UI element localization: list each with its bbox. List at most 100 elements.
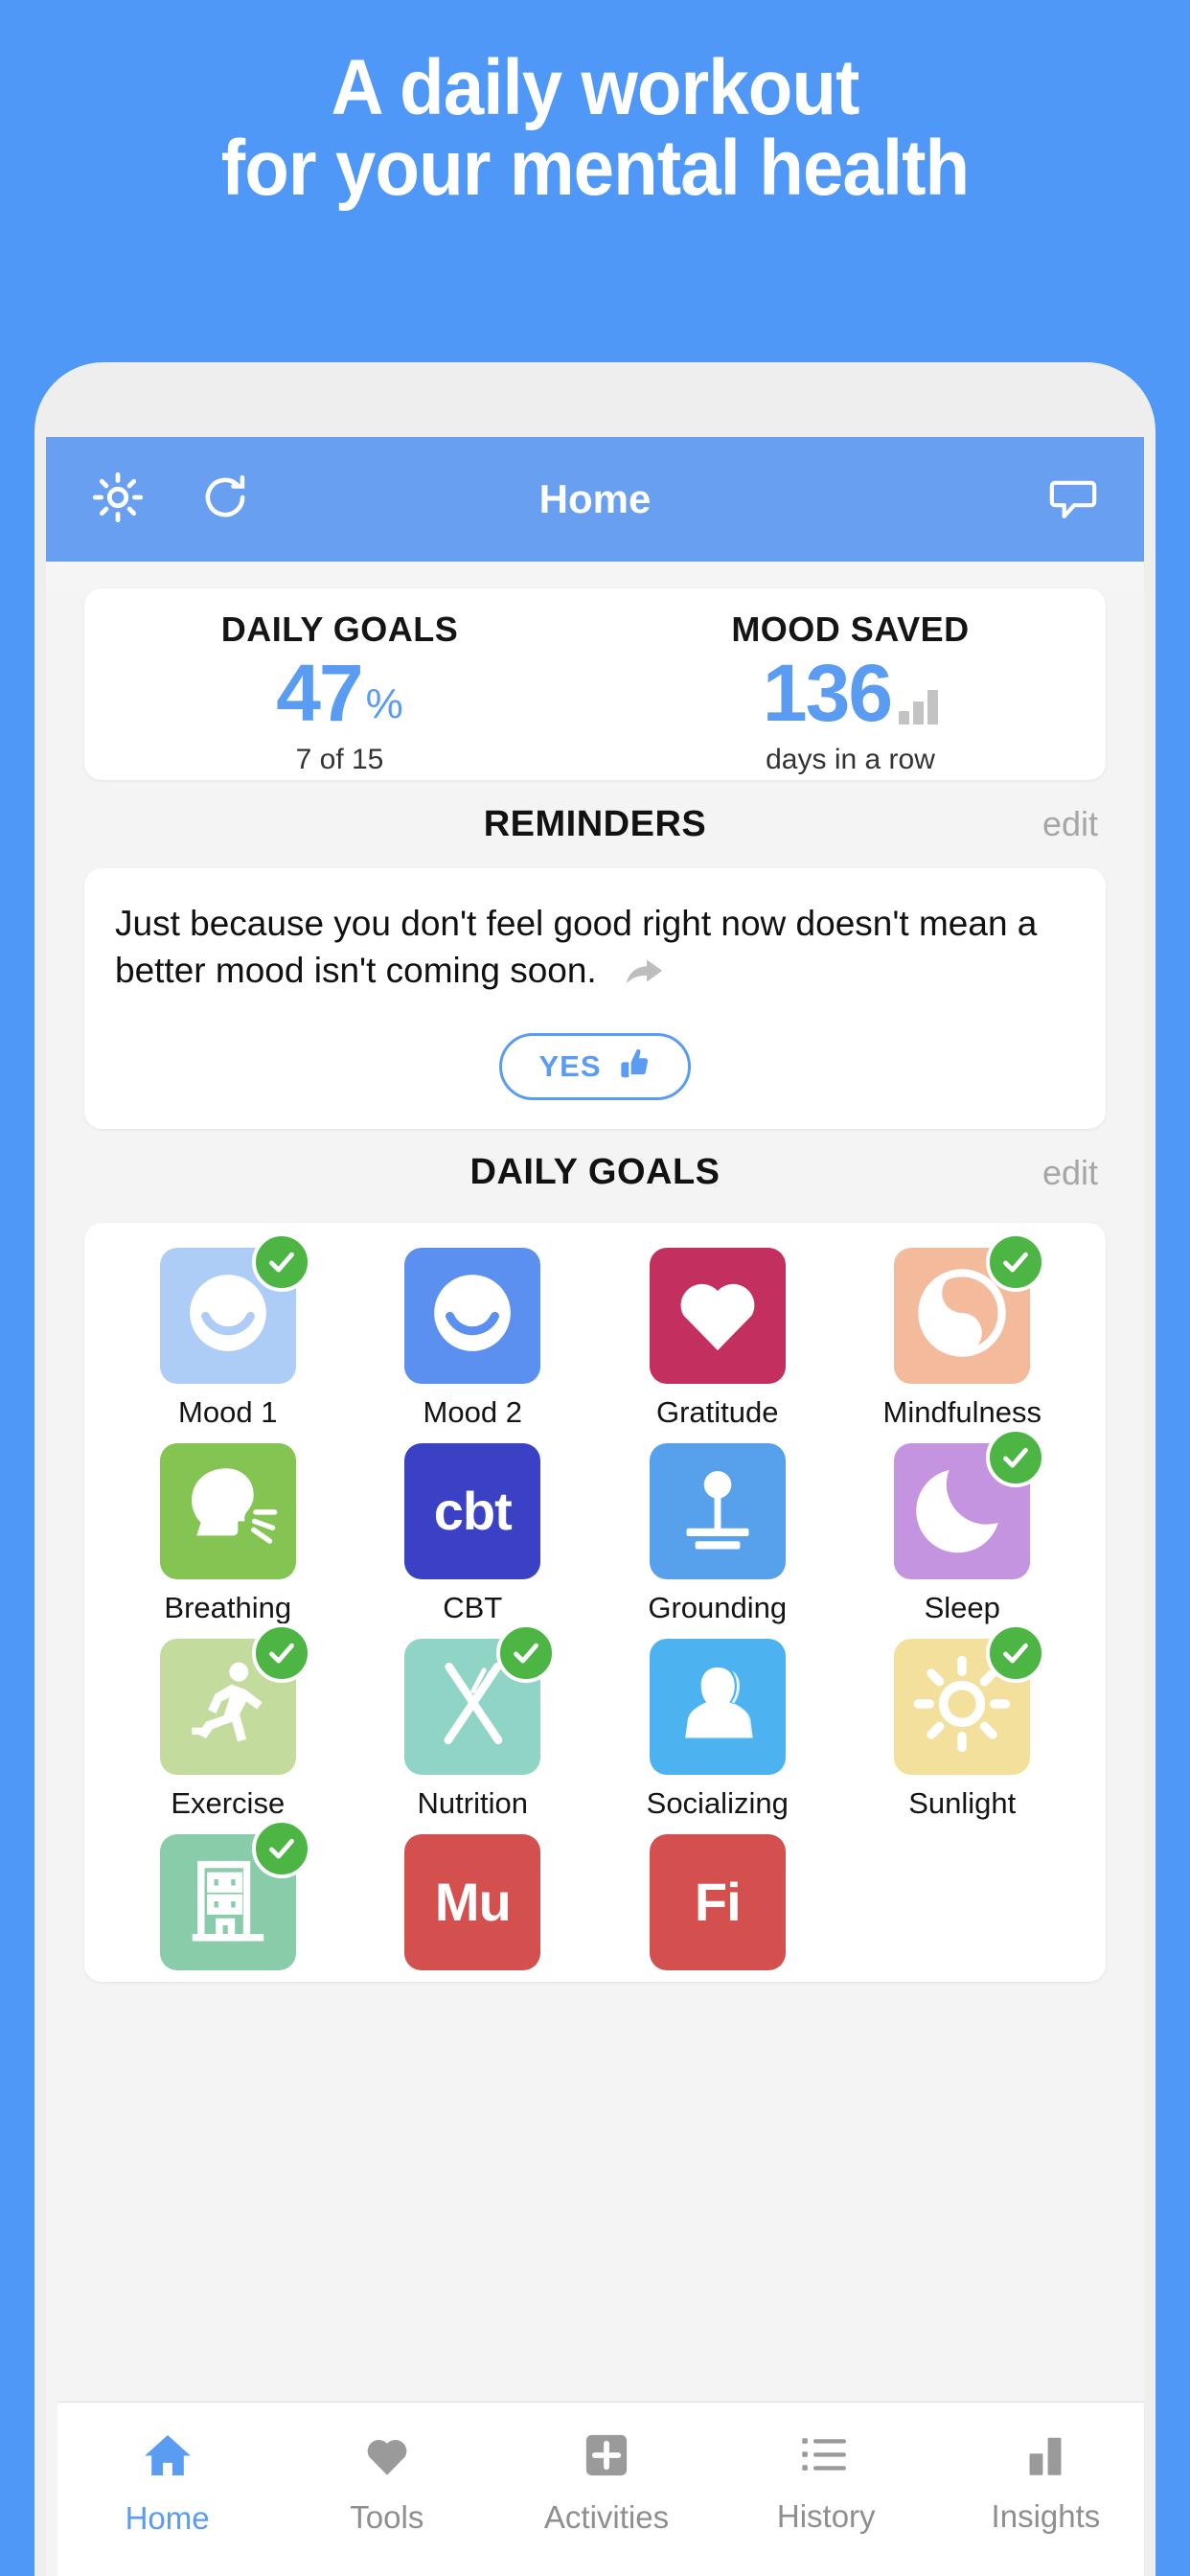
goal-label: Grounding: [648, 1590, 788, 1624]
grounding-icon: [668, 1459, 767, 1563]
goal-label: CBT: [443, 1590, 503, 1624]
daily-goal-item[interactable]: [105, 1818, 351, 1982]
heart-icon: [669, 1264, 767, 1367]
goal-tile-wrapper: [649, 1442, 786, 1579]
promo-headline: A daily workout for your mental health: [41, 0, 1148, 208]
goal-label: Exercise: [171, 1785, 286, 1820]
goal-tile-wrapper: [894, 1231, 1046, 1384]
tab-label: Home: [125, 2500, 210, 2536]
reminder-card: Just because you don't feel good right n…: [84, 868, 1106, 1129]
check-badge-icon: [986, 1231, 1046, 1292]
goal-label: Gratitude: [655, 1394, 779, 1429]
section-title: REMINDERS: [483, 803, 707, 844]
daily-goal-item[interactable]: Mu: [351, 1833, 596, 1982]
goal-tile[interactable]: Mu: [404, 1833, 541, 1970]
headline-line-2: for your mental health: [220, 124, 970, 212]
plus-box-icon: [581, 2429, 632, 2486]
app-content: DAILY GOALS 47 % 7 of 15 MOOD SAVED 136 …: [46, 588, 1144, 2576]
breathing-head-icon: [174, 1459, 282, 1563]
stat-title: MOOD SAVED: [731, 610, 970, 649]
goal-tile-wrapper: [159, 1231, 311, 1384]
daily-goal-item[interactable]: Nutrition: [351, 1622, 596, 1821]
goal-label: Sleep: [924, 1590, 1000, 1624]
tab-activities[interactable]: Activities: [496, 2403, 716, 2576]
headline-line-1: A daily workout: [331, 44, 859, 131]
goal-tile-wrapper: [894, 1427, 1046, 1579]
daily-goal-item[interactable]: Mood 1: [105, 1231, 351, 1430]
goal-tile[interactable]: Fi: [649, 1833, 786, 1970]
goal-tile[interactable]: [649, 1638, 786, 1775]
chat-bubble-icon[interactable]: [1046, 471, 1100, 529]
daily-goal-item[interactable]: cbt CBT: [351, 1442, 596, 1625]
daily-goal-item[interactable]: Fi: [595, 1833, 840, 1982]
mu-text-icon: Mu: [434, 1872, 512, 1933]
smiley-face-icon: [423, 1263, 522, 1368]
goal-label: Mood 1: [178, 1394, 278, 1429]
goal-tile-wrapper: [159, 1622, 311, 1775]
reminders-section-header: REMINDERS edit: [84, 780, 1106, 868]
tab-label: History: [776, 2498, 876, 2534]
tab-history[interactable]: History: [717, 2403, 936, 2576]
goal-tile-wrapper: [404, 1247, 541, 1384]
daily-goal-item[interactable]: Mood 2: [351, 1247, 596, 1430]
goal-tile[interactable]: [649, 1247, 786, 1384]
share-arrow-icon[interactable]: [622, 954, 664, 1000]
daily-goal-item[interactable]: Sunlight: [840, 1622, 1086, 1821]
goal-label: Nutrition: [417, 1785, 528, 1820]
reminders-edit-button[interactable]: edit: [1042, 804, 1098, 844]
daily-goals-edit-button[interactable]: edit: [1042, 1153, 1098, 1193]
section-title: DAILY GOALS: [469, 1152, 721, 1193]
goal-tile-wrapper: cbt: [404, 1442, 541, 1579]
refresh-icon[interactable]: [197, 470, 253, 530]
goal-label: Sunlight: [908, 1785, 1017, 1820]
goal-tile[interactable]: [404, 1247, 541, 1384]
heart-icon: [361, 2429, 413, 2486]
daily-goal-item[interactable]: Sleep: [840, 1427, 1086, 1625]
goal-tile-wrapper: [649, 1638, 786, 1775]
goal-tile-wrapper: [159, 1818, 311, 1970]
check-badge-icon: [986, 1427, 1046, 1487]
phone-mockup: Home DAILY GOALS 47 % 7 of 15 MOOD SAVED…: [34, 362, 1156, 2576]
daily-goal-item[interactable]: Grounding: [595, 1442, 840, 1625]
yes-button-label: YES: [538, 1048, 602, 1083]
daily-goal-item[interactable]: Breathing: [105, 1442, 351, 1625]
tab-label: Tools: [350, 2499, 424, 2535]
bar-chart-icon: [899, 690, 939, 724]
tab-label: Insights: [991, 2498, 1101, 2534]
daily-goals-section-header: DAILY GOALS edit: [84, 1129, 1106, 1217]
goal-tile-wrapper: Fi: [649, 1833, 786, 1970]
check-badge-icon: [496, 1622, 557, 1683]
stat-mood-saved[interactable]: MOOD SAVED 136 days in a row: [595, 588, 1106, 780]
cbt-text-icon: cbt: [433, 1481, 513, 1542]
daily-goals-card: Mood 1 Mood 2 Gratitude Mindfulness Breathin…: [84, 1222, 1106, 1982]
percent-symbol: %: [365, 680, 403, 727]
stat-subtitle: days in a row: [766, 744, 935, 775]
app-navbar: Home: [46, 437, 1144, 562]
daily-goal-item[interactable]: Exercise: [105, 1622, 351, 1821]
stat-daily-goals[interactable]: DAILY GOALS 47 % 7 of 15: [84, 588, 595, 780]
check-badge-icon: [251, 1818, 311, 1878]
gear-icon[interactable]: [90, 470, 146, 530]
home-icon: [141, 2428, 195, 2487]
check-badge-icon: [251, 1231, 311, 1292]
tab-insights[interactable]: Insights: [936, 2403, 1144, 2576]
bottom-tab-bar: Home Tools Activities History Insights: [57, 2402, 1144, 2576]
tab-home[interactable]: Home: [57, 2403, 277, 2576]
fi-text-icon: Fi: [694, 1872, 742, 1933]
goal-tile[interactable]: [649, 1442, 786, 1579]
goal-tile-wrapper: [649, 1247, 786, 1384]
goal-label: Breathing: [164, 1590, 292, 1624]
bar-chart-icon: [1020, 2430, 1070, 2485]
stat-subtitle: 7 of 15: [295, 744, 384, 775]
goal-tile[interactable]: cbt: [404, 1442, 541, 1579]
yes-button[interactable]: YES: [499, 1032, 691, 1100]
tab-tools[interactable]: Tools: [277, 2403, 496, 2576]
daily-goal-item[interactable]: Mindfulness: [840, 1231, 1086, 1430]
daily-goal-item[interactable]: Gratitude: [595, 1247, 840, 1430]
daily-goal-item[interactable]: Socializing: [595, 1638, 840, 1821]
stat-value: 47: [276, 648, 363, 739]
thumbs-up-icon: [615, 1046, 652, 1087]
goal-tile[interactable]: [159, 1442, 296, 1579]
goal-label: Mindfulness: [882, 1394, 1041, 1429]
goal-label: Socializing: [646, 1785, 789, 1820]
